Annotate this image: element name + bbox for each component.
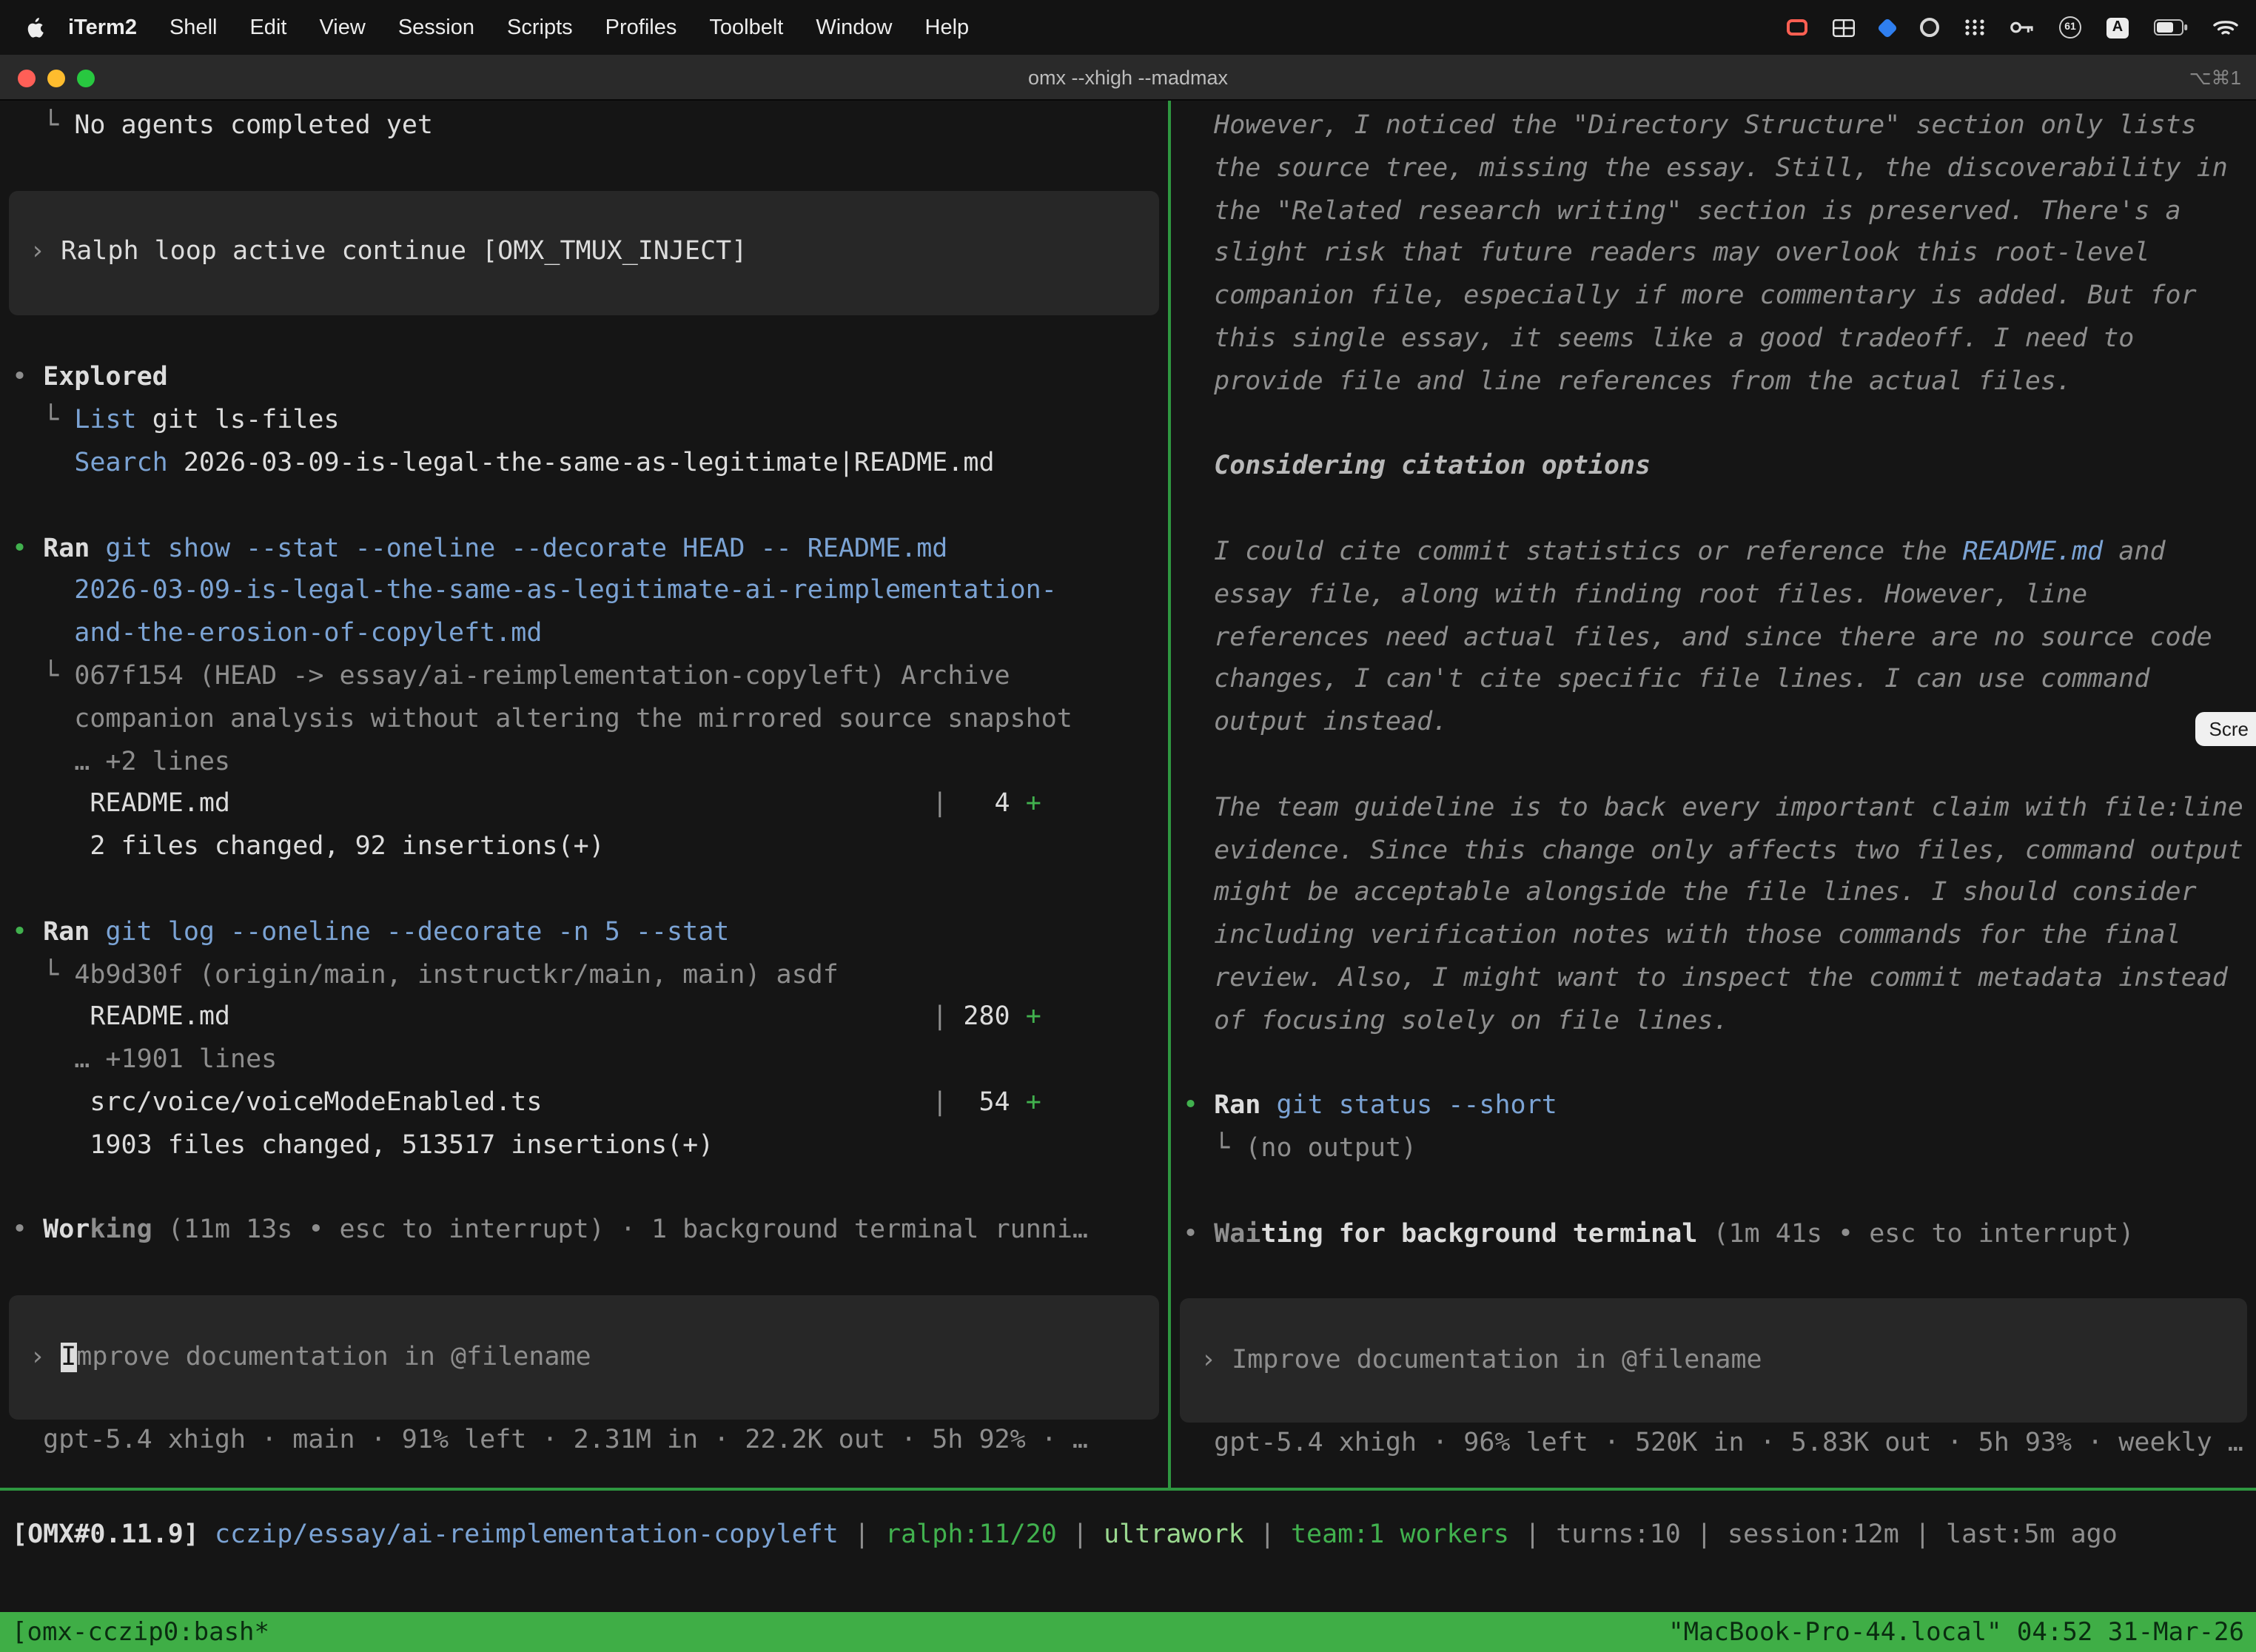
window-title-bar: omx --xhigh --madmax ⌥⌘1	[0, 55, 2256, 101]
tmux-status-bar: [omx-cczip0:bash* "MacBook-Pro-44.local"…	[0, 1612, 2256, 1652]
tmux-session-label: [omx-cczip0:bash*	[12, 1617, 269, 1647]
waiting-status-line: • Waiting for background terminal (1m 41…	[1183, 1213, 2256, 1256]
menu-item-toolbelt[interactable]: Toolbelt	[693, 16, 799, 39]
terminal-line: of focusing solely on file lines.	[1183, 1000, 2256, 1043]
apple-menu-icon[interactable]	[27, 17, 44, 38]
input-source-icon[interactable]: A	[2106, 17, 2129, 38]
terminal-line: changes, I can't cite specific file line…	[1183, 659, 2256, 702]
terminal-line: • Ran git status --short	[1183, 1086, 2256, 1129]
status-line-left: gpt-5.4 xhigh · main · 91% left · 2.31M …	[12, 1420, 1168, 1463]
ralph-loop-banner: › Ralph loop active continue [OMX_TMUX_I…	[9, 190, 1159, 315]
recording-indicator-icon[interactable]	[1787, 19, 1807, 36]
grid-icon[interactable]	[1833, 19, 1855, 36]
menu-item-app[interactable]: iTerm2	[52, 16, 153, 39]
menu-item-edit[interactable]: Edit	[233, 16, 303, 39]
prompt-input-left[interactable]: › Improve documentation in @filename	[9, 1295, 1159, 1420]
disc-icon[interactable]	[1920, 18, 1939, 37]
terminal-line: essay file, along with finding root file…	[1183, 574, 2256, 617]
gauge-icon[interactable]: 61	[2059, 16, 2081, 38]
omx-status-pane: [OMX#0.11.9] cczip/essay/ai-reimplementa…	[0, 1488, 2256, 1612]
thinking-heading: Considering citation options	[1183, 446, 2256, 489]
menu-bar: iTerm2 ShellEditViewSessionScriptsProfil…	[0, 0, 2256, 55]
menu-item-profiles[interactable]: Profiles	[589, 16, 694, 39]
menu-item-scripts[interactable]: Scripts	[491, 16, 589, 39]
menu-item-shell[interactable]: Shell	[153, 16, 234, 39]
terminal-line: • Ran git log --oneline --decorate -n 5 …	[12, 912, 1168, 955]
terminal-pane-right[interactable]: However, I noticed the "Directory Struct…	[1171, 101, 2256, 1488]
terminal-line: … +2 lines	[12, 741, 1168, 784]
terminal-line: companion analysis without altering the …	[12, 699, 1168, 742]
key-icon[interactable]	[2010, 21, 2034, 34]
terminal-line: references need actual files, and since …	[1183, 617, 2256, 659]
terminal-line: I could cite commit statistics or refere…	[1183, 531, 2256, 574]
screen: iTerm2 ShellEditViewSessionScriptsProfil…	[0, 0, 2256, 1652]
terminal-line: • Explored	[12, 357, 1168, 400]
menu-item-session[interactable]: Session	[382, 16, 491, 39]
terminal-panes: └ No agents completed yet › Ralph loop ac…	[0, 101, 2256, 1488]
terminal-line: evidence. Since this change only affects…	[1183, 830, 2256, 873]
terminal-line: However, I noticed the "Directory Struct…	[1183, 105, 2256, 148]
terminal-line: └ 4b9d30f (origin/main, instructkr/main,…	[12, 954, 1168, 997]
terminal-line: including verification notes with those …	[1183, 915, 2256, 958]
terminal-line: provide file and line references from th…	[1183, 361, 2256, 404]
menu-item-window[interactable]: Window	[799, 16, 908, 39]
battery-icon[interactable]	[2154, 19, 2188, 36]
working-status-line: • Working (11m 13s • esc to interrupt) ·…	[12, 1210, 1168, 1253]
menu-item-help[interactable]: Help	[909, 16, 986, 39]
terminal-line: The team guideline is to back every impo…	[1183, 788, 2256, 830]
terminal-line: └ List git ls-files	[12, 400, 1168, 443]
terminal-line: 2026-03-09-is-legal-the-same-as-legitima…	[12, 571, 1168, 614]
terminal-line: the "Related research writing" section i…	[1183, 190, 2256, 233]
menu-item-view[interactable]: View	[303, 16, 381, 39]
wifi-icon[interactable]	[2213, 19, 2238, 36]
terminal-line: output instead.	[1183, 702, 2256, 745]
terminal-line: 2 files changed, 92 insertions(+)	[12, 826, 1168, 869]
screen-tooltip[interactable]: Scre	[2196, 712, 2256, 746]
terminal-line: companion file, especially if more comme…	[1183, 275, 2256, 318]
terminal-pane-left[interactable]: └ No agents completed yet › Ralph loop ac…	[0, 101, 1171, 1488]
prompt-input-right[interactable]: › Improve documentation in @filename	[1180, 1299, 2247, 1423]
terminal-line: the source tree, missing the essay. Stil…	[1183, 148, 2256, 191]
terminal-line: • Ran git show --stat --oneline --decora…	[12, 528, 1168, 571]
terminal-line: slight risk that future readers may over…	[1183, 233, 2256, 276]
omx-status-line: [OMX#0.11.9] cczip/essay/ai-reimplementa…	[12, 1514, 2256, 1557]
terminal-line: Search 2026-03-09-is-legal-the-same-as-l…	[12, 443, 1168, 486]
terminal-line: └ No agents completed yet	[12, 105, 1168, 148]
terminal-line: and-the-erosion-of-copyleft.md	[12, 613, 1168, 656]
tmux-host-clock: "MacBook-Pro-44.local" 04:52 31-Mar-26	[1668, 1617, 2244, 1647]
terminal-line: review. Also, I might want to inspect th…	[1183, 958, 2256, 1001]
shield-icon[interactable]	[1880, 20, 1895, 35]
terminal-line: └ 067f154 (HEAD -> essay/ai-reimplementa…	[12, 656, 1168, 699]
terminal-line: └ (no output)	[1183, 1128, 2256, 1171]
terminal-line: … +1901 lines	[12, 1039, 1168, 1082]
dots-grid-icon[interactable]	[1964, 18, 1985, 37]
terminal-line: README.md | 280 +	[12, 997, 1168, 1040]
terminal-line: might be acceptable alongside the file l…	[1183, 873, 2256, 916]
window-shortcut-hint: ⌥⌘1	[2189, 55, 2241, 101]
menu-bar-status-icons: 61 A	[1787, 16, 2238, 38]
terminal-line: src/voice/voiceModeEnabled.ts | 54 +	[12, 1082, 1168, 1125]
window-title: omx --xhigh --madmax	[0, 55, 2256, 101]
status-line-right: gpt-5.4 xhigh · 96% left · 520K in · 5.8…	[1183, 1423, 2256, 1466]
terminal-line: 1903 files changed, 513517 insertions(+)	[12, 1124, 1168, 1167]
terminal-line: this single essay, it seems like a good …	[1183, 318, 2256, 361]
terminal-line: README.md | 4 +	[12, 784, 1168, 827]
